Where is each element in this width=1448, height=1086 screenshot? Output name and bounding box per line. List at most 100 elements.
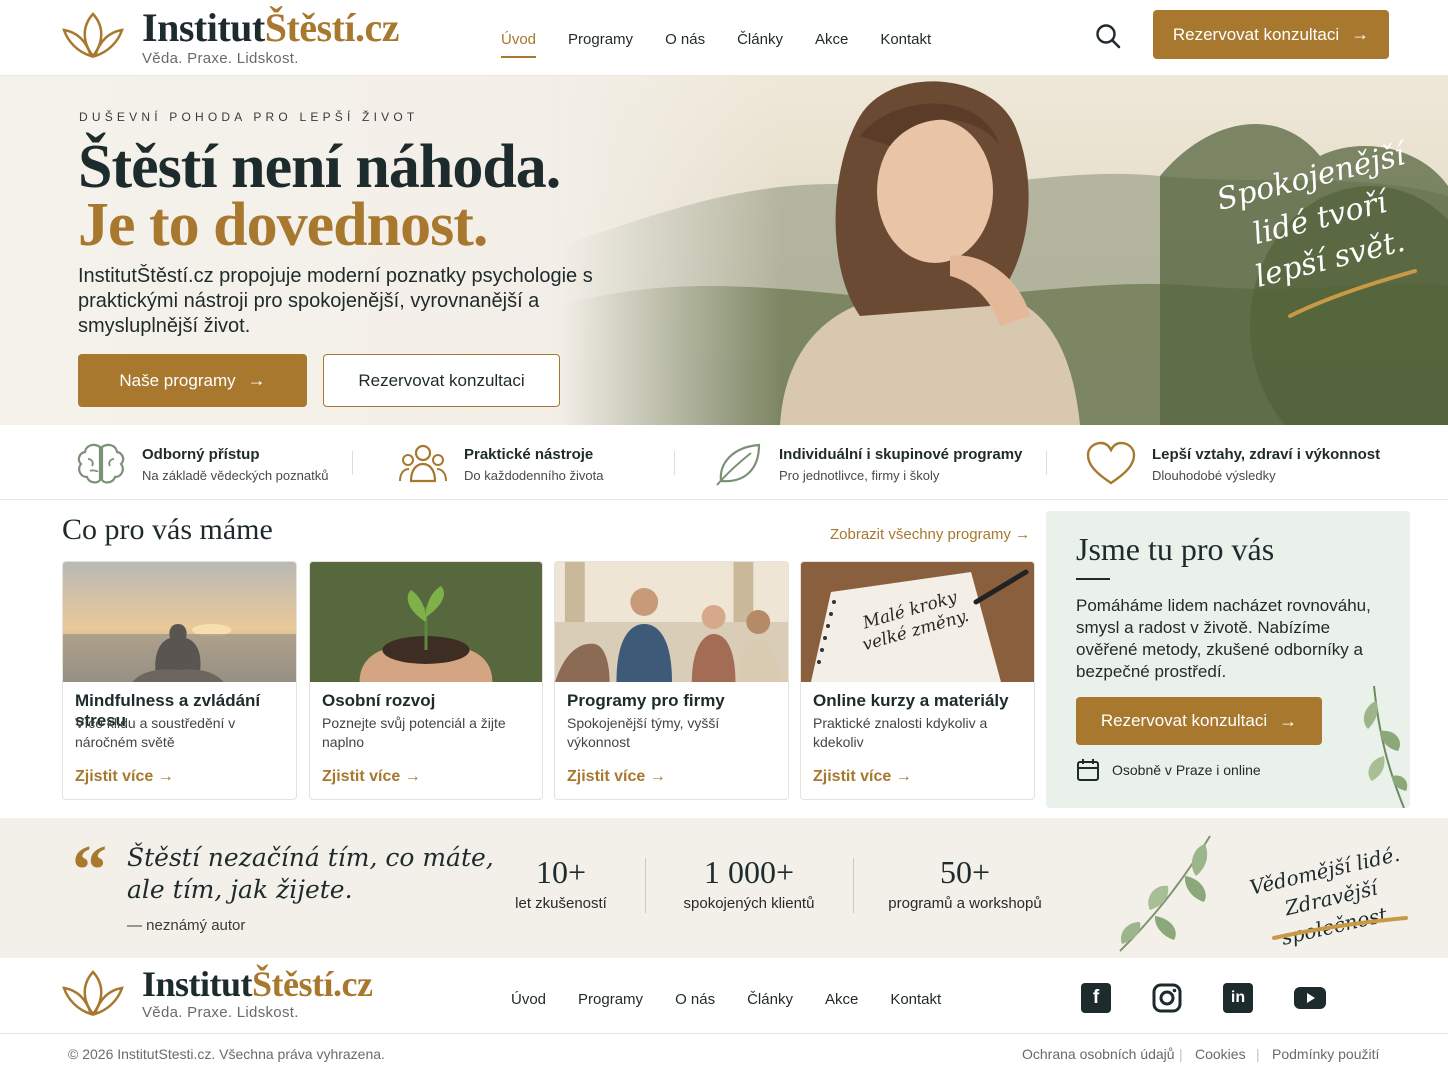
hero-title-line2: Je to dovednost.: [78, 191, 488, 259]
nav-item-uvod[interactable]: Úvod: [501, 31, 537, 58]
feature-item: Lepší vztahy, zdraví i výkonnost Dlouhod…: [1086, 441, 1380, 487]
footer-nav-o-nas[interactable]: O nás: [675, 991, 715, 1008]
brand-tagline: Věda. Praxe. Lidskost.: [142, 1004, 299, 1021]
program-card[interactable]: Osobní rozvoj Poznejte svůj potenciál a …: [309, 561, 543, 800]
card-title: Osobní rozvoj: [322, 691, 436, 710]
lotus-logo-icon: [62, 12, 124, 59]
feature-subtitle: Pro jednotlivce, firmy i školy: [779, 467, 940, 483]
our-programs-button[interactable]: Naše programy →: [78, 354, 307, 407]
footer-nav-programy[interactable]: Programy: [578, 991, 643, 1008]
site-header: InstitutŠtěstí.cz Věda. Praxe. Lidskost.…: [0, 0, 1448, 76]
hero-book-consultation-button[interactable]: Rezervovat konzultaci: [323, 354, 560, 407]
seedling-hands-photo: [310, 562, 542, 682]
card-link[interactable]: Zjistit více →: [322, 768, 421, 786]
header-book-consultation-button[interactable]: Rezervovat konzultaci →: [1153, 10, 1389, 59]
people-icon: [399, 444, 447, 483]
arrow-right-icon: →: [1279, 710, 1298, 731]
feature-subtitle: Na základě vědeckých poznatků: [142, 467, 329, 483]
footer-nav-akce[interactable]: Akce: [825, 991, 858, 1008]
card-description: Praktické znalosti kdykoliv a kdekoliv: [813, 715, 988, 750]
arrow-right-icon: →: [649, 768, 666, 785]
program-card[interactable]: Programy pro firmy Spokojenější týmy, vy…: [554, 561, 789, 800]
nav-item-clanky[interactable]: Články: [737, 31, 783, 48]
footer-nav-clanky[interactable]: Články: [747, 991, 793, 1008]
main-nav: Úvod Programy O nás Články Akce Kontakt: [501, 31, 931, 58]
card-link[interactable]: Zjistit více →: [75, 768, 174, 786]
logo[interactable]: InstitutŠtěstí.cz Věda. Praxe. Lidskost.: [60, 5, 400, 67]
youtube-icon[interactable]: [1294, 983, 1326, 1013]
arrow-right-icon: →: [895, 768, 912, 785]
hero-book-consultation-label: Rezervovat konzultaci: [358, 370, 525, 390]
feature-item: Praktické nástroje Do každodenního život…: [398, 441, 603, 487]
divider: |: [1256, 1046, 1260, 1062]
search-icon[interactable]: [1094, 22, 1122, 50]
card-link[interactable]: Zjistit více →: [813, 768, 912, 786]
facebook-icon[interactable]: f: [1081, 983, 1111, 1013]
card-link-label: Zjistit více: [75, 768, 154, 785]
footer-nav-kontakt[interactable]: Kontakt: [890, 991, 941, 1008]
hero-section: DUŠEVNÍ POHODA PRO LEPŠÍ ŽIVOT Štěstí ne…: [0, 76, 1448, 425]
footer-nav-uvod[interactable]: Úvod: [511, 991, 546, 1008]
divider: [1046, 451, 1047, 475]
panel-book-consultation-label: Rezervovat konzultaci: [1100, 711, 1268, 730]
nav-item-programy[interactable]: Programy: [568, 31, 633, 48]
program-card[interactable]: Mindfulness a zvládání stresu Více klidu…: [62, 561, 297, 800]
features-bar: Odborný přístup Na základě vědeckých poz…: [0, 425, 1448, 500]
terms-link[interactable]: Podmínky použití: [1272, 1046, 1379, 1062]
card-title: Online kurzy a materiály: [813, 691, 1009, 710]
quote-mark-icon: “: [72, 832, 107, 909]
quote-author: — neznámý autor: [127, 917, 246, 934]
privacy-link[interactable]: Ochrana osobních údajů: [1022, 1046, 1175, 1062]
panel-book-consultation-button[interactable]: Rezervovat konzultaci →: [1076, 697, 1322, 745]
see-all-programs-link[interactable]: Zobrazit všechny programy →: [830, 526, 1030, 543]
footer-logo[interactable]: InstitutŠtěstí.cz Věda. Praxe. Lidskost.: [60, 964, 373, 1022]
brush-stroke-decoration: [1272, 916, 1408, 940]
brain-icon: [77, 443, 125, 484]
hero-description: InstitutŠtěstí.cz propojuje moderní pozn…: [78, 265, 593, 337]
nav-item-akce[interactable]: Akce: [815, 31, 848, 48]
cookies-link[interactable]: Cookies: [1195, 1046, 1246, 1062]
brand-name: InstitutŠtěstí.cz: [142, 964, 373, 1004]
linkedin-icon[interactable]: in: [1223, 983, 1253, 1013]
arrow-right-icon: →: [157, 768, 174, 785]
leaf-icon: [716, 443, 761, 486]
feature-item: Odborný přístup Na základě vědeckých poz…: [76, 441, 328, 487]
card-link[interactable]: Zjistit více →: [567, 768, 666, 786]
calendar-icon: [1077, 759, 1099, 781]
feature-title: Individuální i skupinové programy: [779, 445, 1023, 463]
quote-line: Štěstí nezačíná tím, co máte,: [127, 843, 494, 872]
support-panel-title: Jsme tu pro vás: [1076, 531, 1275, 567]
notebook-photo: Malé kroky velké změny.: [801, 562, 1034, 682]
divider: [674, 451, 675, 475]
brand-name: InstitutŠtěstí.cz: [142, 5, 400, 50]
instagram-icon[interactable]: [1152, 983, 1182, 1013]
stat-item: 50+ programů a workshopů: [880, 854, 1050, 912]
heart-icon: [1086, 441, 1136, 485]
see-all-label: Zobrazit všechny programy: [830, 526, 1011, 543]
feature-subtitle: Dlouhodobé výsledky: [1152, 467, 1276, 483]
stat-label: programů a workshopů: [888, 895, 1042, 912]
divider: |: [1179, 1046, 1183, 1062]
programs-section-title: Co pro vás máme: [62, 513, 273, 546]
quote-stats-band: “ Štěstí nezačíná tím, co máte, ale tím,…: [0, 818, 1448, 958]
card-link-label: Zjistit více: [322, 768, 401, 785]
support-panel: Jsme tu pro vás Pomáháme lidem nacházet …: [1046, 511, 1410, 808]
card-link-label: Zjistit více: [567, 768, 646, 785]
leaf-branch-decoration: [1119, 835, 1211, 952]
nav-item-o-nas[interactable]: O nás: [665, 31, 705, 48]
nav-item-kontakt[interactable]: Kontakt: [880, 31, 931, 48]
program-card[interactable]: Malé kroky velké změny. Online kurzy a m…: [800, 561, 1035, 800]
brand-tagline: Věda. Praxe. Lidskost.: [142, 50, 299, 67]
hero-eyebrow: DUŠEVNÍ POHODA PRO LEPŠÍ ŽIVOT: [79, 110, 419, 124]
location-info: Osobně v Praze i online: [1112, 762, 1261, 778]
stat-value: 1 000+: [703, 854, 795, 890]
card-link-label: Zjistit více: [813, 768, 892, 785]
card-title: Programy pro firmy: [567, 691, 725, 710]
stat-value: 50+: [939, 854, 991, 890]
copyright: © 2026 InstitutStesti.cz. Všechna práva …: [68, 1046, 385, 1062]
team-meeting-photo: [555, 562, 788, 682]
footer-divider: [0, 1033, 1448, 1034]
quote-text: Štěstí nezačíná tím, co máte, ale tím, j…: [127, 842, 494, 906]
feature-subtitle: Do každodenního života: [464, 467, 604, 483]
card-description: Poznejte svůj potenciál a žijte naplno: [322, 715, 506, 750]
